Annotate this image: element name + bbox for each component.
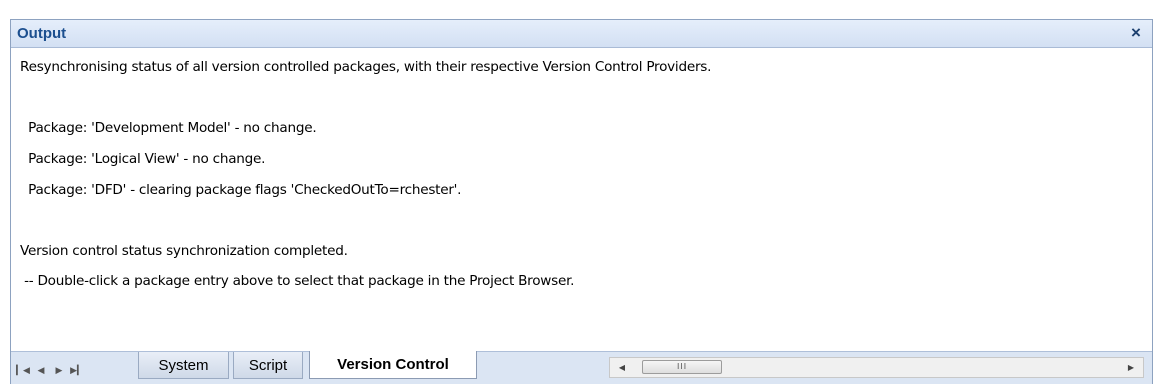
scroll-right-icon[interactable]: ▶ bbox=[1121, 358, 1141, 377]
output-line-package-development-model[interactable]: Package: 'Development Model' - no change… bbox=[20, 120, 317, 136]
tab-version-control[interactable]: Version Control bbox=[309, 351, 477, 379]
panel-title: Output bbox=[17, 25, 67, 42]
horizontal-scrollbar[interactable]: ◀ III ▶ bbox=[609, 357, 1144, 378]
output-line-package-dfd[interactable]: Package: 'DFD' - clearing package flags … bbox=[20, 182, 461, 198]
previous-tab-icon[interactable]: ◀ bbox=[33, 362, 49, 378]
output-line-resync: Resynchronising status of all version co… bbox=[20, 59, 712, 75]
scrollbar-thumb[interactable]: III bbox=[642, 360, 722, 374]
first-tab-icon[interactable]: ▎◀ bbox=[15, 362, 31, 378]
output-titlebar: Output × bbox=[11, 20, 1152, 48]
output-content[interactable]: Resynchronising status of all version co… bbox=[11, 49, 1152, 351]
tab-bar: ▎◀ ◀ ▶ ▶▎ System Script Version Control … bbox=[11, 351, 1152, 384]
output-line-sync-completed: Version control status synchronization c… bbox=[20, 243, 348, 259]
tab-system[interactable]: System bbox=[138, 352, 229, 379]
scroll-left-icon[interactable]: ◀ bbox=[612, 358, 632, 377]
output-window: Output × Resynchronising status of all v… bbox=[10, 19, 1153, 384]
close-icon[interactable]: × bbox=[1126, 22, 1146, 44]
scrollbar-grip-icon: III bbox=[677, 362, 688, 371]
next-tab-icon[interactable]: ▶ bbox=[51, 362, 67, 378]
output-line-package-logical-view[interactable]: Package: 'Logical View' - no change. bbox=[20, 151, 265, 167]
last-tab-icon[interactable]: ▶▎ bbox=[69, 362, 85, 378]
output-line-double-click-hint: -- Double-click a package entry above to… bbox=[20, 273, 575, 289]
tab-script[interactable]: Script bbox=[233, 352, 303, 379]
